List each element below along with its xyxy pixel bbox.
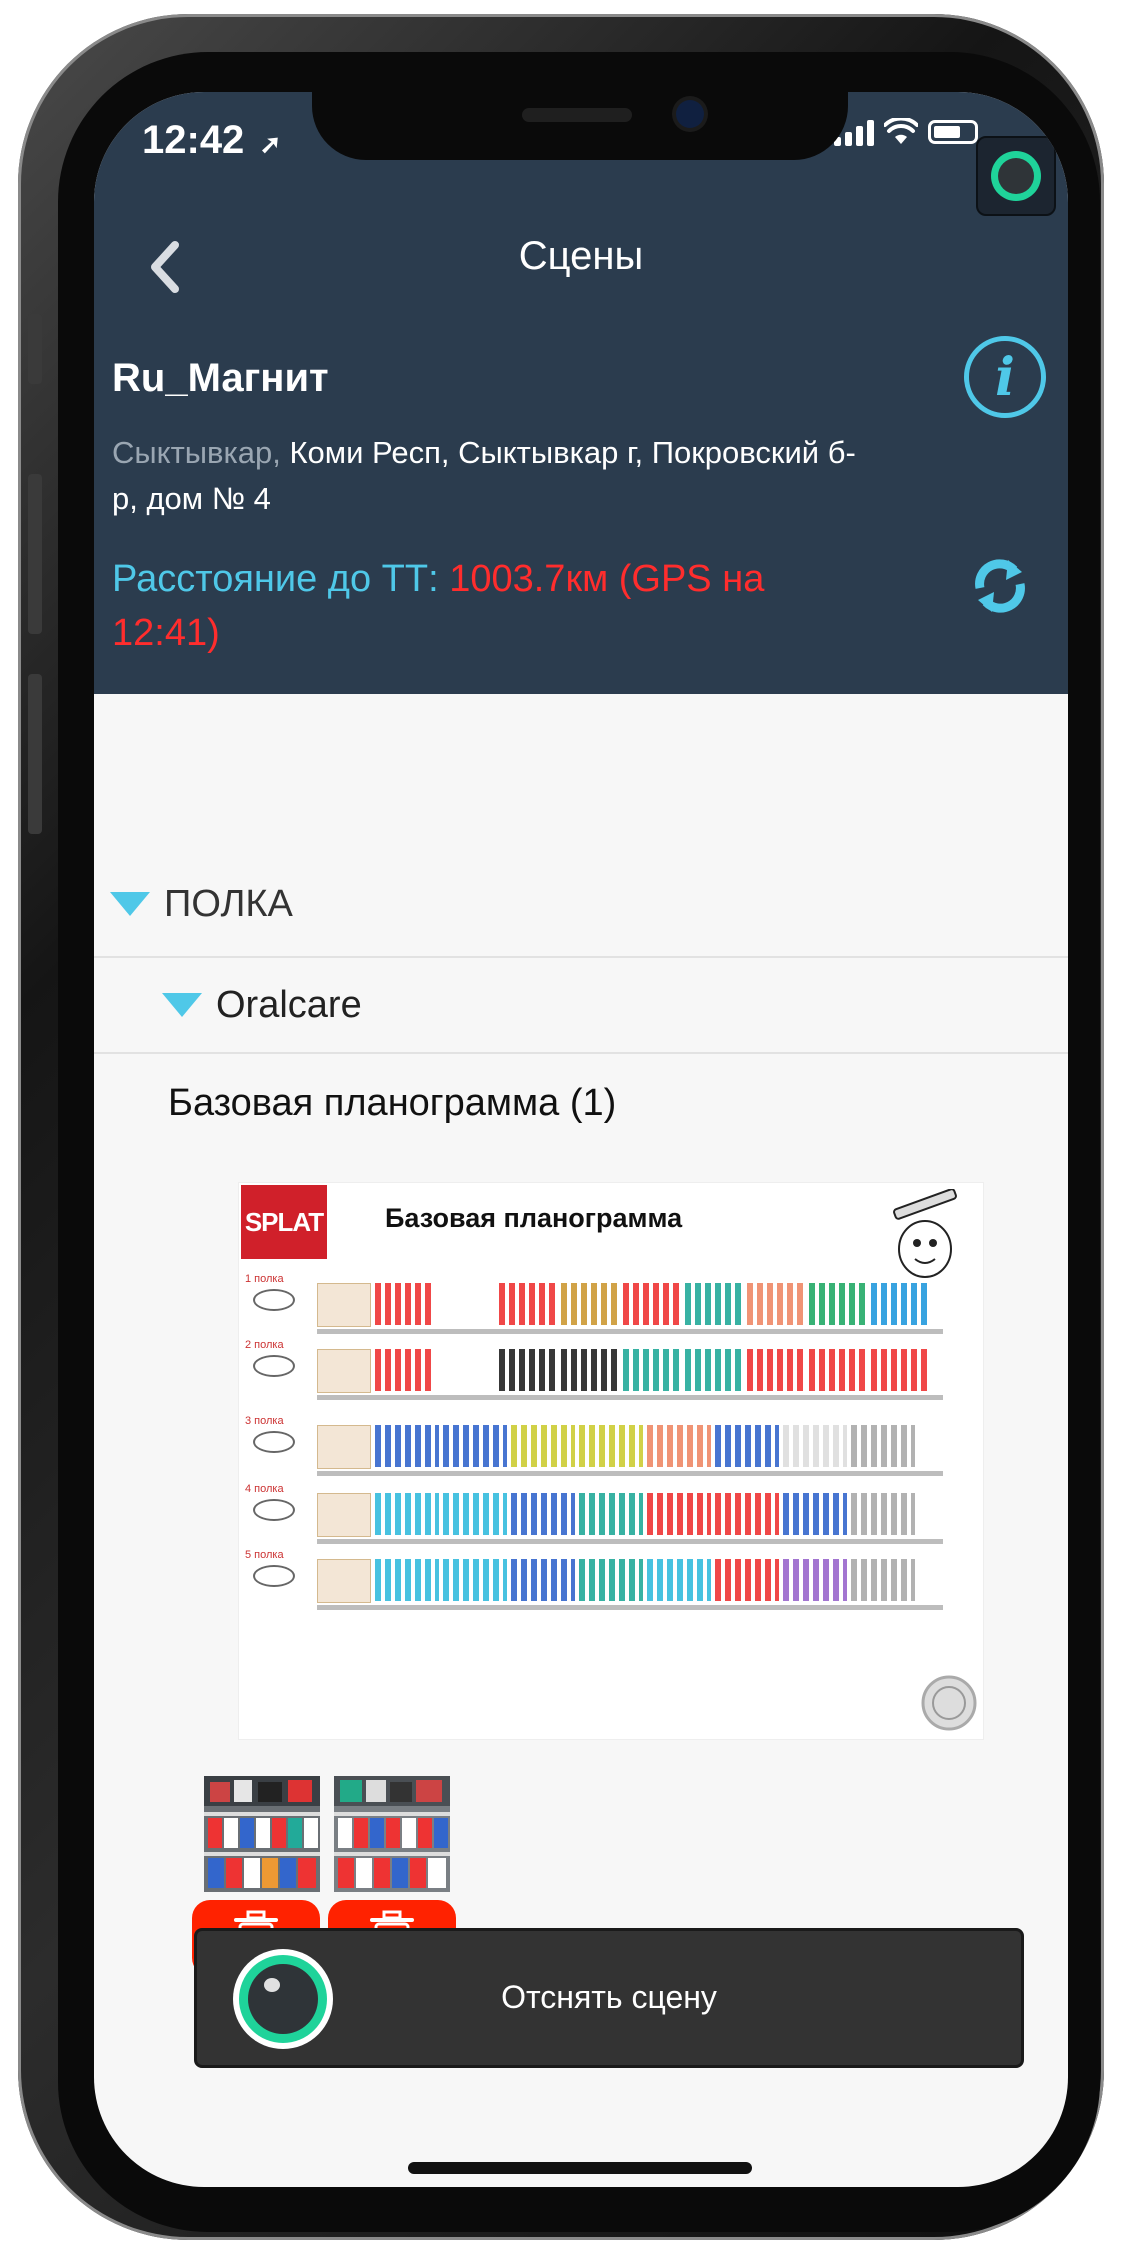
volume-up-button bbox=[28, 474, 42, 634]
shelf-label: 3 полка bbox=[245, 1415, 284, 1427]
front-camera bbox=[676, 100, 704, 128]
section-label: ПОЛКА bbox=[164, 882, 293, 925]
planogram-shelf bbox=[317, 1279, 943, 1334]
speaker bbox=[522, 108, 632, 122]
page-title: Сцены bbox=[518, 234, 644, 278]
app-screen: 12:42 ➚ Сцены Ru_Магнит i Сыктывкар, Ком… bbox=[94, 92, 1068, 2187]
battery-icon bbox=[928, 120, 978, 144]
address-city: Сыктывкар, bbox=[112, 435, 281, 470]
planogram-image[interactable]: SPLAT Базовая планограмма 1 полка 2 полка… bbox=[238, 1182, 984, 1740]
store-header: 12:42 ➚ Сцены Ru_Магнит i Сыктывкар, Ком… bbox=[94, 92, 1068, 694]
planogram-shelf bbox=[317, 1555, 943, 1610]
section-shelf[interactable]: ПОЛКА bbox=[94, 852, 1068, 958]
planogram-heading: Базовая планограмма bbox=[385, 1203, 683, 1233]
notch bbox=[312, 92, 848, 160]
clock: 12:42 bbox=[142, 118, 245, 162]
shelf-label: 5 полка bbox=[245, 1549, 284, 1561]
shelf-label: 4 полка bbox=[245, 1483, 284, 1495]
info-button[interactable]: i bbox=[964, 336, 1046, 418]
shelf-label: 2 полка bbox=[245, 1339, 284, 1351]
shoot-scene-button[interactable]: Отснять сцену bbox=[194, 1928, 1024, 2068]
camera-lens-icon bbox=[991, 151, 1041, 201]
shelf-eye-icon bbox=[253, 1499, 295, 1521]
shelf-eye-icon bbox=[253, 1565, 295, 1587]
volume-down-button bbox=[28, 674, 42, 834]
category-oralcare[interactable]: Oralcare bbox=[94, 958, 1068, 1054]
home-indicator bbox=[408, 2162, 752, 2174]
status-time: 12:42 ➚ bbox=[142, 118, 281, 163]
planogram-shelf bbox=[317, 1345, 943, 1400]
store-address: Сыктывкар, Коми Респ, Сыктывкар г, Покро… bbox=[112, 430, 872, 522]
store-name: Ru_Магнит bbox=[112, 356, 329, 400]
expand-triangle-icon bbox=[162, 993, 202, 1017]
planogram-shelf bbox=[317, 1489, 943, 1544]
shelf-eye-icon bbox=[253, 1431, 295, 1453]
shoot-scene-label: Отснять сцену bbox=[501, 1979, 717, 2015]
mascot-illustration bbox=[893, 1189, 957, 1278]
photo-shelf-image bbox=[204, 1776, 320, 1892]
distance-info: Расстояние до ТТ: 1003.7км (GPS на 12:41… bbox=[112, 552, 872, 660]
wifi-icon bbox=[884, 118, 918, 144]
photo-thumbnails bbox=[204, 1776, 450, 1892]
expand-triangle-icon bbox=[110, 892, 150, 916]
shelf-eye-icon bbox=[253, 1289, 295, 1311]
photo-thumbnail[interactable] bbox=[204, 1776, 320, 1892]
planogram-shelf bbox=[317, 1421, 943, 1476]
mute-switch bbox=[28, 314, 42, 384]
shelf-label: 1 полка bbox=[245, 1273, 284, 1285]
planogram-title: Базовая планограмма (1) bbox=[168, 1082, 617, 1124]
category-label: Oralcare bbox=[216, 983, 362, 1026]
shelf-eye-icon bbox=[253, 1355, 295, 1377]
photo-thumbnail[interactable] bbox=[334, 1776, 450, 1892]
status-icons bbox=[834, 118, 978, 146]
photo-shelf-image bbox=[334, 1776, 450, 1892]
location-arrow-icon: ➚ bbox=[259, 129, 282, 159]
distance-label: Расстояние до ТТ: bbox=[112, 558, 450, 600]
sync-icon[interactable] bbox=[968, 554, 1032, 618]
brand-logo: SPLAT bbox=[241, 1185, 327, 1259]
seal-icon bbox=[921, 1675, 977, 1731]
info-icon: i bbox=[995, 346, 1015, 408]
floating-camera-button[interactable] bbox=[976, 136, 1056, 216]
